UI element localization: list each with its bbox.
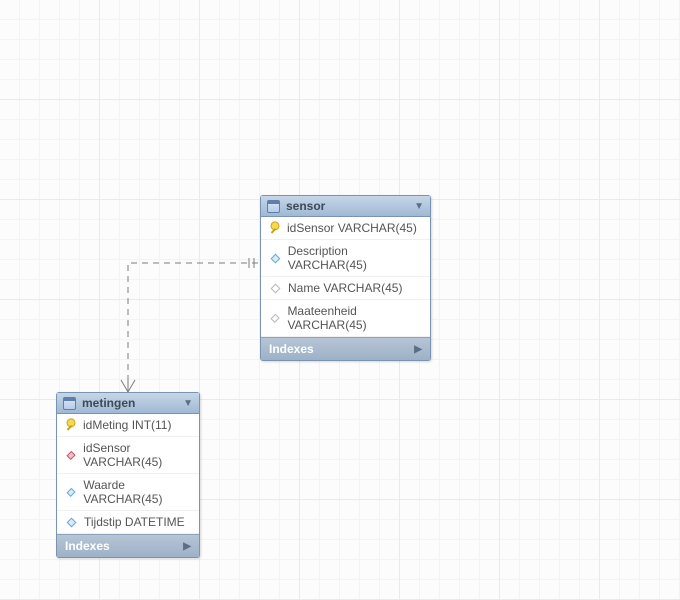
table-header-metingen[interactable]: metingen ▼ — [57, 393, 199, 414]
column-label: idMeting INT(11) — [83, 418, 171, 432]
diamond-icon — [271, 253, 281, 263]
column-label: Name VARCHAR(45) — [288, 281, 402, 295]
indexes-label: Indexes — [65, 539, 110, 553]
column-row[interactable]: Tijdstip DATETIME — [57, 511, 199, 534]
column-label: Description VARCHAR(45) — [288, 244, 422, 272]
collapse-icon[interactable]: ▼ — [183, 398, 193, 409]
column-row[interactable]: idSensor VARCHAR(45) — [261, 217, 430, 240]
column-row[interactable]: Name VARCHAR(45) — [261, 277, 430, 300]
column-label: idSensor VARCHAR(45) — [83, 441, 191, 469]
column-row[interactable]: Description VARCHAR(45) — [261, 240, 430, 277]
table-icon — [267, 200, 280, 213]
column-row[interactable]: idMeting INT(11) — [57, 414, 199, 437]
diamond-open-icon — [271, 283, 281, 293]
key-icon — [267, 220, 284, 237]
indexes-label: Indexes — [269, 342, 314, 356]
table-icon — [63, 397, 76, 410]
table-title: metingen — [82, 396, 183, 410]
diamond-icon — [67, 517, 77, 527]
table-header-sensor[interactable]: sensor ▼ — [261, 196, 430, 217]
indexes-footer[interactable]: Indexes ▶ — [261, 337, 430, 360]
column-label: idSensor VARCHAR(45) — [287, 221, 417, 235]
column-label: Waarde VARCHAR(45) — [83, 478, 191, 506]
key-icon — [63, 417, 80, 434]
collapse-icon[interactable]: ▼ — [414, 201, 424, 212]
column-label: Tijdstip DATETIME — [84, 515, 185, 529]
column-row[interactable]: Waarde VARCHAR(45) — [57, 474, 199, 511]
column-label: Maateenheid VARCHAR(45) — [287, 304, 422, 332]
column-row[interactable]: idSensor VARCHAR(45) — [57, 437, 199, 474]
indexes-footer[interactable]: Indexes ▶ — [57, 534, 199, 557]
diamond-icon — [66, 487, 75, 496]
arrow-right-icon: ▶ — [183, 541, 191, 552]
fk-diamond-icon — [66, 450, 75, 459]
table-sensor[interactable]: sensor ▼ idSensor VARCHAR(45) Descriptio… — [260, 195, 431, 361]
table-title: sensor — [286, 199, 414, 213]
column-row[interactable]: Maateenheid VARCHAR(45) — [261, 300, 430, 337]
diamond-open-icon — [270, 313, 280, 323]
table-metingen[interactable]: metingen ▼ idMeting INT(11) idSensor VAR… — [56, 392, 200, 558]
arrow-right-icon: ▶ — [414, 344, 422, 355]
